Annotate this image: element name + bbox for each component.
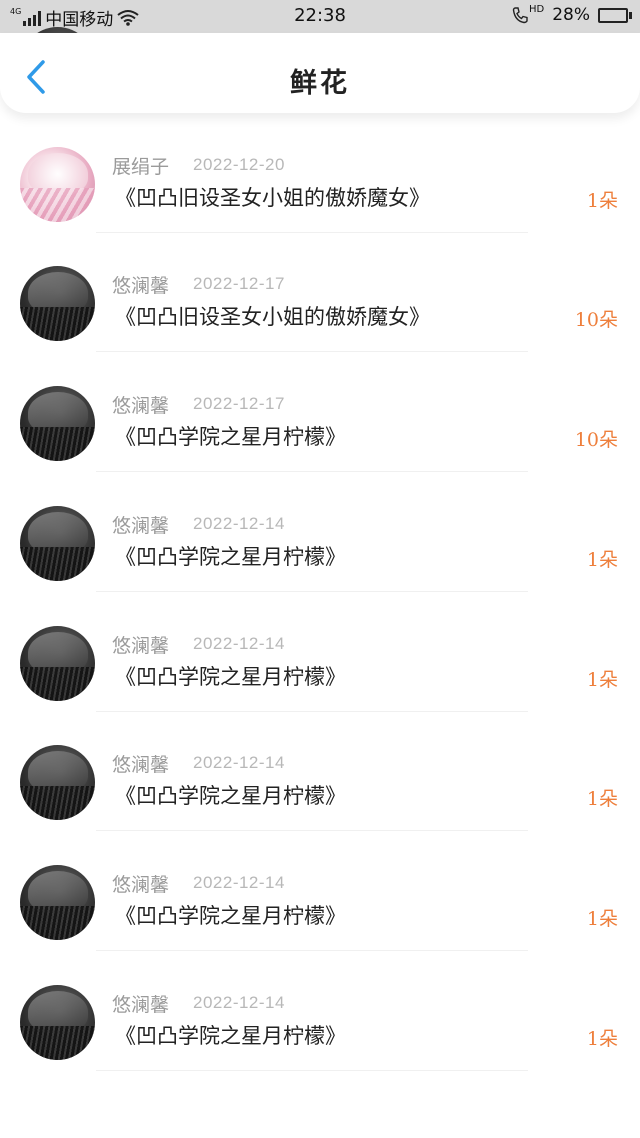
flower-count: 1朵 — [586, 907, 618, 930]
book-title[interactable]: 《凹凸学院之星月柠檬》 — [115, 900, 346, 930]
row-divider — [96, 1069, 528, 1071]
avatar[interactable] — [20, 984, 95, 1060]
book-title[interactable]: 《凹凸旧设圣女小姐的傲娇魔女》 — [115, 301, 430, 331]
list-item[interactable]: 悠澜馨 2022-12-14 《凹凸学院之星月柠檬》 1朵 — [0, 832, 640, 952]
list-item[interactable]: 悠澜馨 2022-12-17 《凹凸旧设圣女小姐的傲娇魔女》 10朵 — [0, 233, 640, 353]
book-title[interactable]: 《凹凸学院之星月柠檬》 — [115, 661, 346, 691]
flower-count: 1朵 — [586, 788, 618, 811]
flower-record-list[interactable]: 《凹凸学院之星月柠檬》 10朵 展绢子 2022-12-20 《凹凸旧设圣女小姐的傲娇魔… — [0, 0, 640, 1138]
gift-date: 2022-12-14 — [193, 872, 285, 892]
flower-count: 1朵 — [586, 189, 618, 212]
user-name: 悠澜馨 — [112, 275, 170, 298]
list-item[interactable]: 悠澜馨 2022-12-14 《凹凸学院之星月柠檬》 1朵 — [0, 952, 640, 1072]
user-name: 悠澜馨 — [112, 993, 170, 1016]
user-name: 展绢子 — [112, 155, 170, 178]
avatar[interactable] — [20, 386, 95, 462]
avatar[interactable] — [20, 745, 95, 821]
gift-date: 2022-12-20 — [193, 154, 285, 174]
user-name: 悠澜馨 — [112, 634, 170, 657]
user-name: 悠澜馨 — [112, 754, 170, 777]
user-name: 悠澜馨 — [112, 873, 170, 896]
book-title[interactable]: 《凹凸学院之星月柠檬》 — [115, 541, 346, 571]
avatar[interactable] — [20, 864, 95, 940]
gift-date: 2022-12-14 — [193, 992, 285, 1012]
avatar[interactable] — [20, 505, 95, 581]
book-title[interactable]: 《凹凸旧设圣女小姐的傲娇魔女》 — [115, 182, 430, 212]
list-item[interactable]: 悠澜馨 2022-12-14 《凹凸学院之星月柠檬》 1朵 — [0, 593, 640, 713]
book-title[interactable]: 《凹凸学院之星月柠檬》 — [115, 421, 346, 451]
list-item[interactable]: 悠澜馨 2022-12-14 《凹凸学院之星月柠檬》 1朵 — [0, 712, 640, 832]
user-name: 悠澜馨 — [112, 514, 170, 537]
list-item[interactable]: 悠澜馨 2022-12-14 《凹凸学院之星月柠檬》 1朵 — [0, 473, 640, 593]
gift-date: 2022-12-14 — [193, 513, 285, 533]
gift-date: 2022-12-14 — [193, 753, 285, 773]
avatar[interactable] — [20, 266, 95, 342]
gift-date: 2022-12-17 — [193, 274, 285, 294]
avatar[interactable] — [20, 625, 95, 701]
book-title[interactable]: 《凹凸学院之星月柠檬》 — [115, 780, 346, 810]
list-item[interactable]: 展绢子 2022-12-20 《凹凸旧设圣女小姐的傲娇魔女》 1朵 — [0, 114, 640, 234]
list-item[interactable]: 悠澜馨 2022-12-17 《凹凸学院之星月柠檬》 10朵 — [0, 353, 640, 473]
user-name: 悠澜馨 — [112, 395, 170, 418]
flower-count: 10朵 — [574, 429, 618, 452]
avatar[interactable] — [20, 146, 95, 222]
book-title[interactable]: 《凹凸学院之星月柠檬》 — [115, 1020, 346, 1050]
flower-count: 1朵 — [586, 1027, 618, 1050]
nav-bar: 鲜花 — [0, 33, 640, 113]
flower-count: 10朵 — [574, 309, 618, 332]
flower-count: 1朵 — [586, 548, 618, 571]
gift-date: 2022-12-14 — [193, 633, 285, 653]
gift-date: 2022-12-17 — [193, 394, 285, 414]
page-title: 鲜花 — [290, 68, 350, 99]
flower-count: 1朵 — [586, 668, 618, 691]
